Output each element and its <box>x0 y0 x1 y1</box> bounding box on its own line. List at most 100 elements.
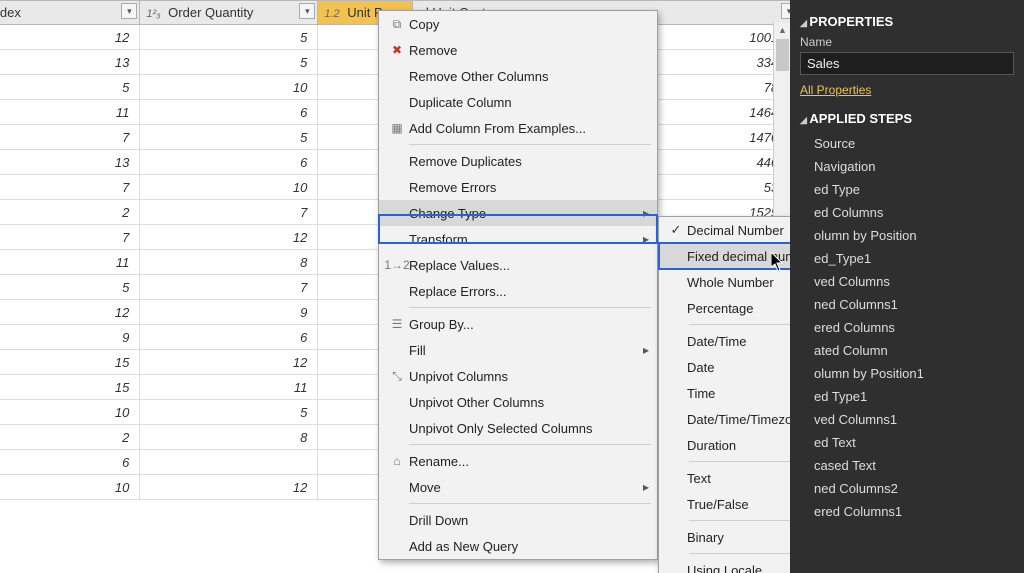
table-cell[interactable]: 7 <box>0 175 140 200</box>
applied-step[interactable]: ed Type <box>800 178 1014 201</box>
menu-add-from-example[interactable]: ▦Add Column From Examples... <box>379 115 657 141</box>
table-cell[interactable]: 5 <box>140 125 318 150</box>
table-cell[interactable] <box>140 450 318 475</box>
table-cell[interactable]: 11 <box>0 250 140 275</box>
replace-icon: 1→2 <box>385 256 409 274</box>
table-cell[interactable]: 10 <box>140 75 318 100</box>
scroll-thumb[interactable] <box>776 39 789 71</box>
table-cell[interactable]: 6 <box>140 325 318 350</box>
type-prefix: 1.2 <box>324 8 339 20</box>
col-header-label: scription Index <box>0 5 21 20</box>
applied-step[interactable]: ved Columns1 <box>800 408 1014 431</box>
menu-remove-other[interactable]: Remove Other Columns <box>379 63 657 89</box>
remove-icon: ✖ <box>385 41 409 59</box>
table-cell[interactable]: 15 <box>0 375 140 400</box>
col-header-description-index[interactable]: scription Index ▾ <box>0 1 140 25</box>
table-cell[interactable]: 12 <box>0 300 140 325</box>
menu-replace-errors[interactable]: Replace Errors... <box>379 278 657 304</box>
menu-separator <box>409 307 651 308</box>
table-cell[interactable]: 7 <box>0 125 140 150</box>
menu-rename[interactable]: ⌂Rename... <box>379 448 657 474</box>
data-grid: scription Index ▾ 1²₃ Order Quantity ▾ 1… <box>0 0 790 573</box>
table-cell[interactable]: 9 <box>0 325 140 350</box>
applied-step[interactable]: cased Text <box>800 454 1014 477</box>
col-header-label: Order Quantity <box>168 5 253 20</box>
applied-step[interactable]: ned Columns2 <box>800 477 1014 500</box>
applied-step[interactable]: Navigation <box>800 155 1014 178</box>
applied-step[interactable]: ered Columns <box>800 316 1014 339</box>
applied-steps-list: SourceNavigationed Typeed Columnsolumn b… <box>800 132 1014 523</box>
applied-step[interactable]: olumn by Position <box>800 224 1014 247</box>
menu-move[interactable]: Move <box>379 474 657 500</box>
table-cell[interactable]: 6 <box>140 150 318 175</box>
table-cell[interactable]: 12 <box>140 225 318 250</box>
table-cell[interactable]: 15 <box>0 350 140 375</box>
applied-step[interactable]: olumn by Position1 <box>800 362 1014 385</box>
table-cell[interactable]: 10 <box>140 175 318 200</box>
menu-duplicate[interactable]: Duplicate Column <box>379 89 657 115</box>
applied-step[interactable]: Source <box>800 132 1014 155</box>
applied-step[interactable]: ned Columns1 <box>800 293 1014 316</box>
menu-copy[interactable]: ⧉Copy <box>379 11 657 37</box>
applied-step[interactable]: ered Columns1 <box>800 500 1014 523</box>
menu-remove[interactable]: ✖Remove <box>379 37 657 63</box>
rename-icon: ⌂ <box>385 452 409 470</box>
table-cell[interactable]: 5 <box>140 25 318 50</box>
menu-transform[interactable]: Transform <box>379 226 657 252</box>
applied-step[interactable]: ed Type1 <box>800 385 1014 408</box>
scroll-up-icon[interactable]: ▲ <box>775 23 790 38</box>
filter-dropdown-icon[interactable]: ▾ <box>121 3 137 19</box>
menu-separator <box>409 444 651 445</box>
menu-remove-errors[interactable]: Remove Errors <box>379 174 657 200</box>
table-cell[interactable]: 8 <box>140 425 318 450</box>
table-cell[interactable]: 6 <box>140 100 318 125</box>
menu-fill[interactable]: Fill <box>379 337 657 363</box>
query-settings-panel: PROPERTIES Name Sales All Properties APP… <box>790 0 1024 573</box>
menu-unpivot-selected[interactable]: Unpivot Only Selected Columns <box>379 415 657 441</box>
table-cell[interactable]: 11 <box>0 100 140 125</box>
name-input[interactable]: Sales <box>800 52 1014 75</box>
table-cell[interactable]: 12 <box>140 475 318 500</box>
table-cell[interactable]: 6 <box>0 450 140 475</box>
table-cell[interactable]: 7 <box>140 275 318 300</box>
applied-step[interactable]: ved Columns <box>800 270 1014 293</box>
menu-unpivot-other[interactable]: Unpivot Other Columns <box>379 389 657 415</box>
menu-drill-down[interactable]: Drill Down <box>379 507 657 533</box>
menu-remove-duplicates[interactable]: Remove Duplicates <box>379 148 657 174</box>
applied-steps-header[interactable]: APPLIED STEPS <box>800 111 1014 126</box>
table-cell[interactable]: 5 <box>140 50 318 75</box>
all-properties-link[interactable]: All Properties <box>800 83 871 97</box>
table-cell[interactable]: 2 <box>0 200 140 225</box>
table-cell[interactable]: 9 <box>140 300 318 325</box>
col-header-order-quantity[interactable]: 1²₃ Order Quantity ▾ <box>140 1 318 25</box>
table-cell[interactable]: 7 <box>140 200 318 225</box>
filter-dropdown-icon[interactable]: ▾ <box>299 3 315 19</box>
table-cell[interactable]: 2 <box>0 425 140 450</box>
table-cell[interactable]: 10 <box>0 400 140 425</box>
copy-icon: ⧉ <box>385 15 409 33</box>
menu-separator <box>409 503 651 504</box>
table-cell[interactable]: 5 <box>140 400 318 425</box>
applied-step[interactable]: ed Text <box>800 431 1014 454</box>
table-cell[interactable]: 10 <box>0 475 140 500</box>
menu-group-by[interactable]: ☰Group By... <box>379 311 657 337</box>
table-cell[interactable]: 7 <box>0 225 140 250</box>
menu-unpivot[interactable]: ⤡Unpivot Columns <box>379 363 657 389</box>
table-cell[interactable]: 5 <box>0 75 140 100</box>
applied-step[interactable]: ated Column <box>800 339 1014 362</box>
column-context-menu: ⧉Copy ✖Remove Remove Other Columns Dupli… <box>378 10 658 560</box>
add-column-icon: ▦ <box>385 119 409 137</box>
table-cell[interactable]: 5 <box>0 275 140 300</box>
table-cell[interactable]: 11 <box>140 375 318 400</box>
applied-step[interactable]: ed_Type1 <box>800 247 1014 270</box>
table-cell[interactable]: 13 <box>0 50 140 75</box>
menu-replace-values[interactable]: 1→2Replace Values... <box>379 252 657 278</box>
table-cell[interactable]: 12 <box>0 25 140 50</box>
table-cell[interactable]: 13 <box>0 150 140 175</box>
table-cell[interactable]: 8 <box>140 250 318 275</box>
table-cell[interactable]: 12 <box>140 350 318 375</box>
menu-add-as-new-query[interactable]: Add as New Query <box>379 533 657 559</box>
applied-step[interactable]: ed Columns <box>800 201 1014 224</box>
properties-header[interactable]: PROPERTIES <box>800 14 1014 29</box>
menu-change-type[interactable]: Change Type <box>379 200 657 226</box>
